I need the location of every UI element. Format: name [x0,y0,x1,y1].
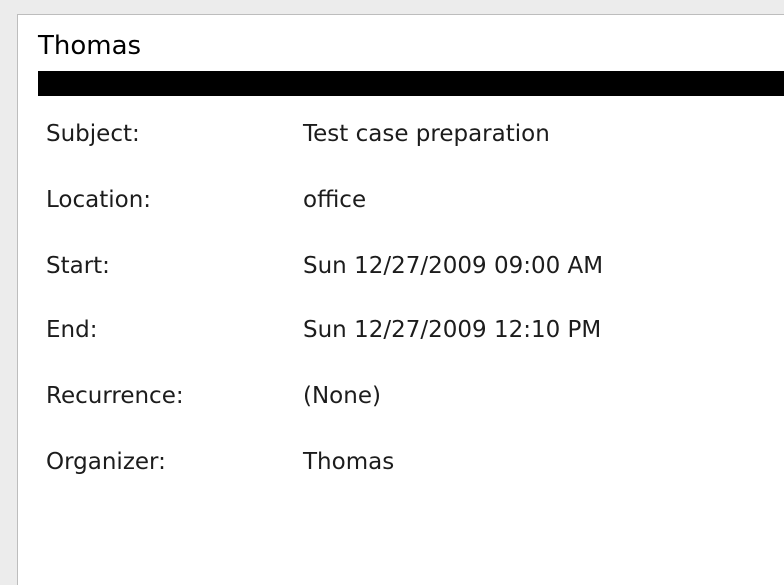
appointment-details-panel: Thomas Subject: Test case preparation Lo… [17,14,784,585]
recurrence-label: Recurrence: [46,383,184,409]
location-row: Location: office [46,187,766,227]
subject-row: Subject: Test case preparation [46,121,766,161]
window-background: Thomas Subject: Test case preparation Lo… [0,0,784,585]
start-row: Start: Sun 12/27/2009 09:00 AM [46,253,766,293]
start-label: Start: [46,253,110,279]
end-value: Sun 12/27/2009 12:10 PM [303,317,602,343]
subject-value: Test case preparation [303,121,550,147]
owner-name-heading: Thomas [38,31,142,61]
recurrence-row: Recurrence: (None) [46,383,766,423]
location-label: Location: [46,187,152,213]
recurrence-value: (None) [303,383,381,409]
header-bar [38,71,784,96]
location-value: office [303,187,367,213]
end-row: End: Sun 12/27/2009 12:10 PM [46,317,766,357]
organizer-value: Thomas [303,449,395,475]
organizer-label: Organizer: [46,449,166,475]
subject-label: Subject: [46,121,140,147]
organizer-row: Organizer: Thomas [46,449,766,489]
end-label: End: [46,317,98,343]
start-value: Sun 12/27/2009 09:00 AM [303,253,604,279]
